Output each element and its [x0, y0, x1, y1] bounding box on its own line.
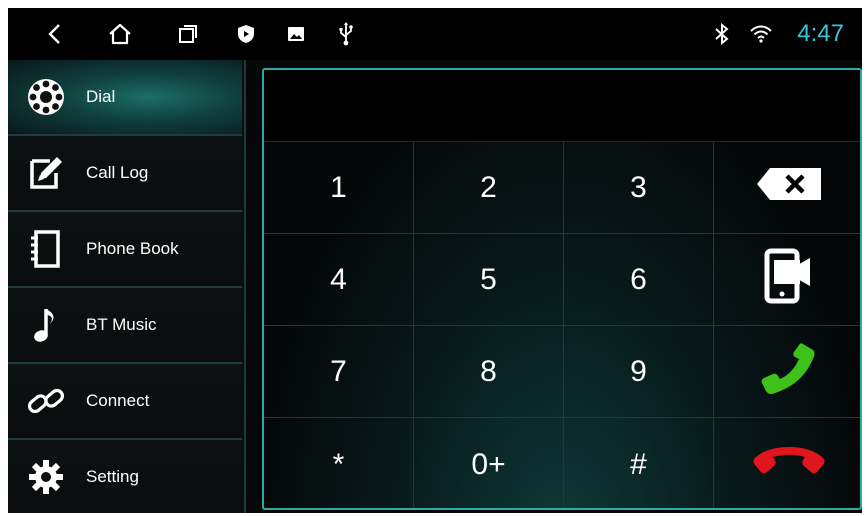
- call-button[interactable]: [714, 326, 860, 418]
- key-8[interactable]: 8: [414, 326, 564, 418]
- home-icon[interactable]: [107, 21, 133, 47]
- key-hash[interactable]: #: [564, 418, 714, 508]
- transfer-call-button[interactable]: [714, 234, 860, 326]
- key-2[interactable]: 2: [414, 142, 564, 234]
- call-icon: [761, 341, 817, 403]
- key-star[interactable]: *: [264, 418, 414, 508]
- number-display[interactable]: [264, 70, 860, 142]
- call-log-icon: [26, 153, 66, 193]
- wifi-icon: [748, 21, 774, 47]
- dial-icon: [26, 77, 66, 117]
- sidebar-item-phone-book[interactable]: Phone Book: [8, 212, 242, 288]
- sidebar-item-label: Setting: [86, 467, 139, 486]
- key-0[interactable]: 0+: [414, 418, 564, 508]
- key-1[interactable]: 1: [264, 142, 414, 234]
- key-4[interactable]: 4: [264, 234, 414, 326]
- key-7[interactable]: 7: [264, 326, 414, 418]
- shield-play-icon: [233, 21, 259, 47]
- music-note-icon: [26, 305, 66, 345]
- key-6[interactable]: 6: [564, 234, 714, 326]
- key-3[interactable]: 3: [564, 142, 714, 234]
- sidebar-item-label: BT Music: [86, 315, 157, 334]
- clock: 4:47: [797, 20, 844, 47]
- phone-book-icon: [26, 229, 66, 269]
- sidebar-item-bt-music[interactable]: BT Music: [8, 288, 242, 364]
- sidebar: Dial Call Log Phone Book BT Music Connec…: [8, 60, 246, 513]
- sidebar-item-connect[interactable]: Connect: [8, 364, 242, 440]
- sidebar-item-dial[interactable]: Dial: [8, 60, 242, 136]
- sidebar-item-label: Connect: [86, 391, 150, 410]
- status-bar: 4:47: [8, 8, 862, 60]
- backspace-icon: [756, 167, 822, 209]
- dial-pad: 1 2 3 4 5 6 7 8 9 * 0+ #: [262, 68, 862, 510]
- phone-transfer-icon: [764, 248, 814, 312]
- bluetooth-icon: [709, 21, 735, 47]
- usb-icon: [333, 21, 359, 47]
- sidebar-item-call-log[interactable]: Call Log: [8, 136, 242, 212]
- hangup-button[interactable]: [714, 418, 860, 508]
- back-icon[interactable]: [42, 21, 68, 47]
- screen: 4:47 Dial Call Log Phone Book BT Music C…: [8, 8, 862, 513]
- sidebar-item-setting[interactable]: Setting: [8, 440, 242, 513]
- gear-icon: [26, 457, 66, 497]
- key-9[interactable]: 9: [564, 326, 714, 418]
- sidebar-item-label: Call Log: [86, 163, 149, 182]
- image-icon: [283, 21, 309, 47]
- sidebar-item-label: Phone Book: [86, 239, 179, 258]
- key-5[interactable]: 5: [414, 234, 564, 326]
- sidebar-item-label: Dial: [86, 87, 116, 106]
- link-icon: [26, 381, 66, 421]
- recent-apps-icon[interactable]: [175, 21, 201, 47]
- hangup-icon: [752, 445, 826, 485]
- backspace-button[interactable]: [714, 142, 860, 234]
